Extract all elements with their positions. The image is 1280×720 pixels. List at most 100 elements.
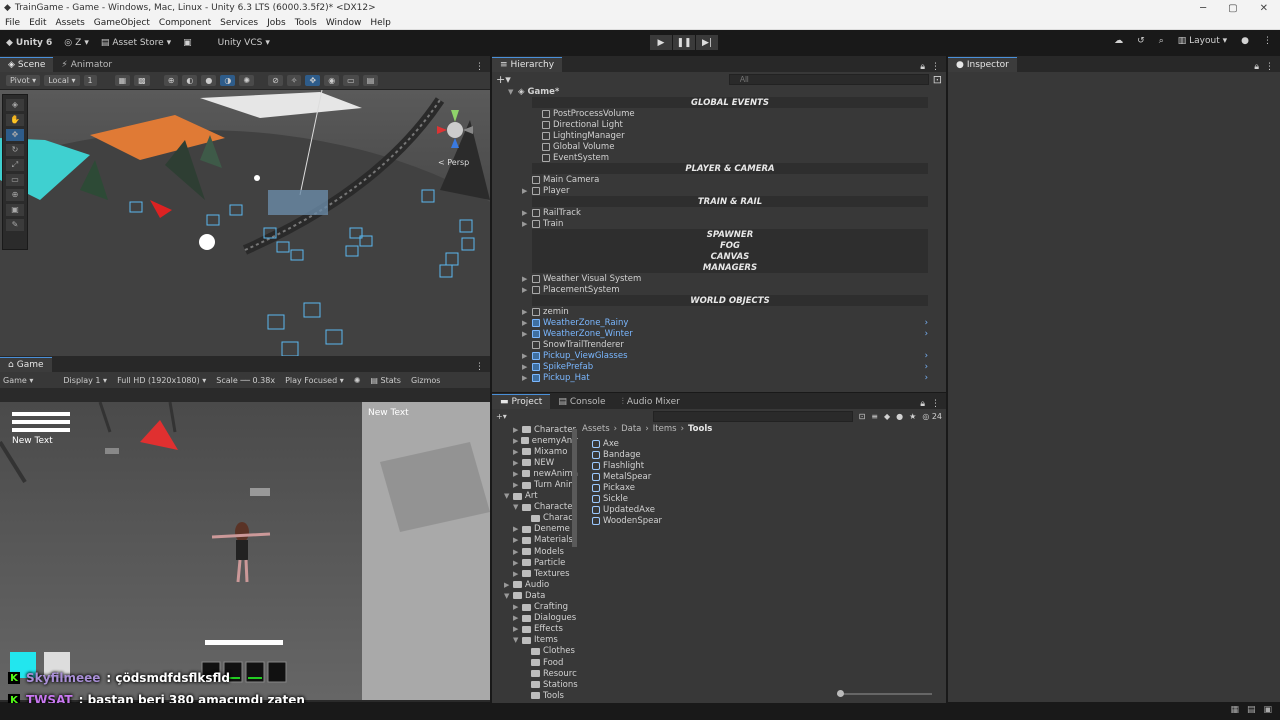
hierarchy-item[interactable]: Directional Light <box>492 119 928 130</box>
hierarchy-item[interactable]: ▶ Weather Visual System <box>492 273 928 284</box>
favorite-icon[interactable]: ★ <box>909 412 916 421</box>
asset-store-button[interactable]: ▤ Asset Store ▾ <box>95 36 177 50</box>
play-focused-dropdown[interactable]: Play Focused ▾ <box>285 376 344 385</box>
breadcrumb-tools[interactable]: Tools <box>688 424 712 436</box>
fx-icon[interactable]: ✧ <box>286 75 302 86</box>
expand-arrow-icon[interactable]: ▶ <box>504 581 513 589</box>
folder-tree-item[interactable]: Tools <box>492 690 578 701</box>
rotate-tool-icon[interactable]: ↻ <box>6 144 24 156</box>
expand-arrow-icon[interactable]: ▶ <box>522 352 532 360</box>
grid-icon[interactable]: ▦ <box>114 75 131 86</box>
sphere-icon[interactable]: ⊕ <box>163 75 179 86</box>
step-button[interactable]: ▶| <box>696 35 718 50</box>
brush-tool-icon[interactable]: ✎ <box>6 219 24 231</box>
add-icon[interactable]: +▾ <box>496 73 511 86</box>
folder-tree-item[interactable]: ▶ Deneme <box>492 524 578 535</box>
folder-tree-item[interactable]: ▼ Items <box>492 635 578 646</box>
panel-menu-icon[interactable]: ⋮ <box>475 362 490 372</box>
hierarchy-separator[interactable]: GLOBAL EVENTS <box>532 97 928 108</box>
expand-arrow-icon[interactable]: ▶ <box>513 614 522 622</box>
close-icon[interactable]: ✕ <box>1260 3 1268 14</box>
tab-inspector[interactable]: ● Inspector <box>948 57 1017 72</box>
expand-arrow-icon[interactable]: ▶ <box>513 536 522 544</box>
scene-options-icon[interactable]: ⊡ <box>933 73 942 86</box>
more-tools-icon[interactable]: ▤ <box>362 75 379 86</box>
add-icon[interactable]: +▾ <box>496 412 507 421</box>
expand-arrow-icon[interactable]: ▶ <box>522 308 532 316</box>
folder-tree-item[interactable]: ▶ Turn Anim <box>492 479 578 490</box>
asset-item[interactable]: Flashlight <box>592 460 662 471</box>
hierarchy-item[interactable]: Global Volume <box>492 141 928 152</box>
lock-icon[interactable]: 🔒︎ <box>1254 62 1265 72</box>
help-icon[interactable]: ● <box>1241 36 1249 46</box>
effects-icon[interactable]: ✺ <box>239 75 255 86</box>
folder-tree-item[interactable]: ▶ Textures <box>492 568 578 579</box>
menu-assets[interactable]: Assets <box>56 18 85 28</box>
folder-tree-item[interactable]: ▶ Materials <box>492 535 578 546</box>
expand-arrow-icon[interactable]: ▶ <box>522 363 532 371</box>
rect-tool-icon[interactable]: ▭ <box>6 174 24 186</box>
grid-snap-icon[interactable]: ▩ <box>134 75 150 86</box>
expand-arrow-icon[interactable]: ▶ <box>513 448 522 456</box>
search-icon[interactable]: ⌕ <box>1159 36 1164 46</box>
breadcrumb-data[interactable]: Data <box>621 424 641 436</box>
folder-tree-item[interactable]: Charact <box>492 513 578 524</box>
menu-jobs[interactable]: Jobs <box>267 18 286 28</box>
asset-item[interactable]: UpdatedAxe <box>592 505 662 516</box>
more-icon[interactable]: ⋮ <box>1263 36 1272 46</box>
prefab-open-icon[interactable]: › <box>925 329 928 339</box>
play-button[interactable]: ▶ <box>650 35 672 50</box>
tab-console[interactable]: ▤ Console <box>550 394 613 409</box>
local-dropdown[interactable]: Local ▾ <box>44 75 80 86</box>
expand-arrow-icon[interactable]: ▶ <box>522 286 532 294</box>
expand-arrow-icon[interactable]: ▼ <box>513 636 522 644</box>
status-settings-icon[interactable]: ▣ <box>1263 705 1272 715</box>
hierarchy-item[interactable]: ▶ Pickup_ViewGlasses › <box>492 350 928 361</box>
asset-item[interactable]: MetalSpear <box>592 471 662 482</box>
label-icon[interactable]: ◆ <box>884 412 890 421</box>
panel-menu-icon[interactable]: ⋮ <box>931 399 946 409</box>
hierarchy-item[interactable]: EventSystem <box>492 152 928 163</box>
slider-handle[interactable] <box>837 690 844 697</box>
scale-slider[interactable]: Scale ── 0.38x <box>216 376 275 385</box>
game-mode-dropdown[interactable]: Game ▾ <box>3 376 33 385</box>
hierarchy-separator[interactable]: TRAIN & RAIL <box>532 196 928 207</box>
hierarchy-item[interactable]: PostProcessVolume <box>492 108 928 119</box>
folder-tree-item[interactable]: ▶ Effects <box>492 624 578 635</box>
pivot-dropdown[interactable]: Pivot ▾ <box>6 75 41 86</box>
expand-arrow-icon[interactable]: ▶ <box>513 603 522 611</box>
asset-item[interactable]: Bandage <box>592 449 662 460</box>
visibility-icon[interactable]: ◉ <box>324 75 340 86</box>
stats-button[interactable]: ▤ Stats <box>370 376 401 385</box>
expand-arrow-icon[interactable]: ▶ <box>522 220 532 228</box>
asset-item[interactable]: Axe <box>592 438 662 449</box>
search-type-icon[interactable]: ⊡ <box>859 412 866 421</box>
shaded-icon[interactable]: ◑ <box>220 75 236 86</box>
expand-arrow-icon[interactable]: ▶ <box>513 525 522 533</box>
prefab-open-icon[interactable]: › <box>925 318 928 328</box>
folder-tree-item[interactable]: Resourc <box>492 668 578 679</box>
cloud-icon[interactable]: ☁ <box>1114 36 1123 46</box>
prefab-open-icon[interactable]: › <box>925 351 928 361</box>
hierarchy-item[interactable]: ▶ WeatherZone_Rainy › <box>492 317 928 328</box>
folder-tree-item[interactable]: ▼ Art <box>492 491 578 502</box>
folder-tree-item[interactable]: Food <box>492 657 578 668</box>
hierarchy-item[interactable]: SnowTrailTrenderer <box>492 339 928 350</box>
history-icon[interactable]: ↺ <box>1137 36 1145 46</box>
status-debug-icon[interactable]: ▦ <box>1230 705 1239 715</box>
expand-arrow-icon[interactable]: ▼ <box>504 592 513 600</box>
breadcrumb-assets[interactable]: Assets <box>582 424 610 436</box>
folder-tree-item[interactable]: ▶ Mixamo <box>492 446 578 457</box>
tab-scene[interactable]: ◈ Scene <box>0 57 54 72</box>
panel-menu-icon[interactable]: ⋮ <box>475 62 490 72</box>
expand-arrow-icon[interactable]: ▶ <box>513 548 522 556</box>
icon-size-slider[interactable] <box>837 690 932 697</box>
menu-window[interactable]: Window <box>326 18 362 28</box>
account-button[interactable]: ◆ Unity 6 <box>0 36 58 50</box>
transform-tool-icon[interactable]: ⊕ <box>6 189 24 201</box>
tab-audio-mixer[interactable]: ⫶ Audio Mixer <box>614 394 688 409</box>
expand-arrow-icon[interactable]: ▶ <box>513 481 522 489</box>
view-tool-icon[interactable]: ◈ <box>6 99 24 111</box>
folder-tree-item[interactable]: ▶ Models <box>492 546 578 557</box>
expand-arrow-icon[interactable]: ▶ <box>513 570 522 578</box>
